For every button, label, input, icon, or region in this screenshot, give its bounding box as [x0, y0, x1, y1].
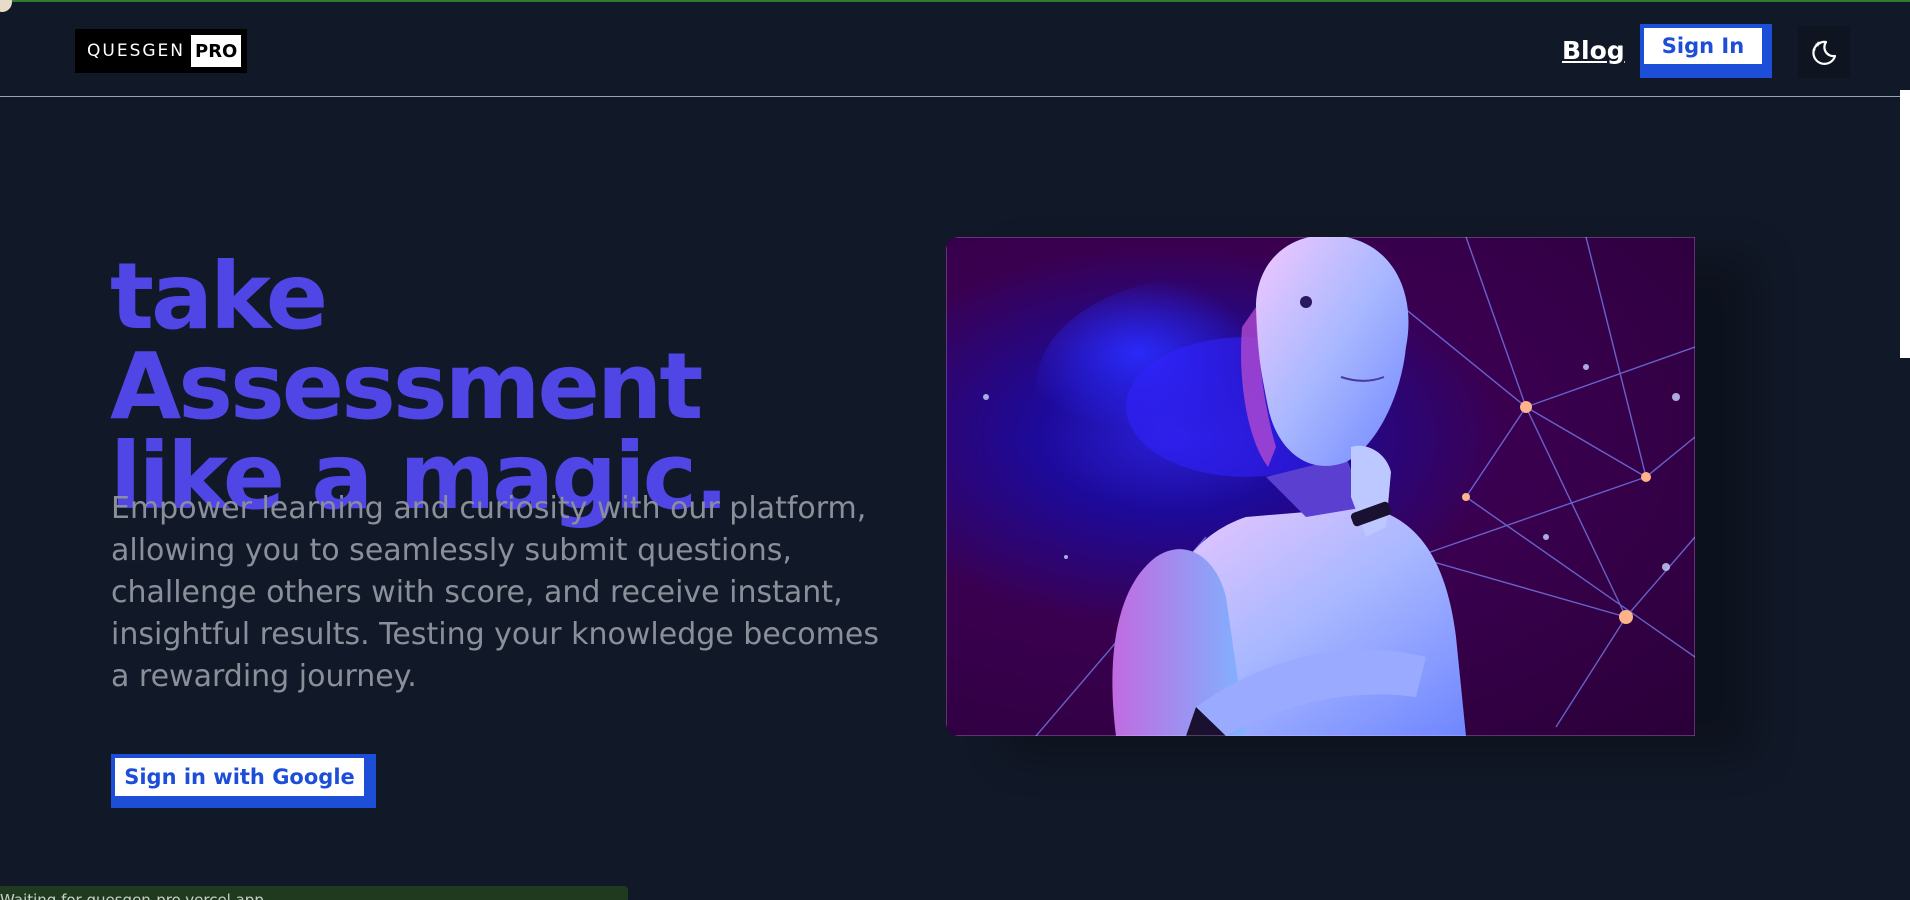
sign-in-button[interactable]: Sign In: [1640, 24, 1772, 78]
sign-in-button-label: Sign In: [1644, 28, 1762, 64]
hero-title-line-1: take Assessment: [110, 243, 703, 440]
page-scrollbar-thumb[interactable]: [1900, 90, 1910, 358]
robot-thinking-illustration: [946, 237, 1695, 736]
hero-robot-image: [946, 237, 1695, 736]
moon-stars-icon: [1812, 40, 1837, 65]
sign-in-with-google-label: Sign in with Google: [115, 758, 364, 796]
hero-description: Empower learning and curiosity with our …: [111, 491, 879, 694]
nav-blog-link[interactable]: Blog: [1562, 36, 1625, 65]
browser-status-bar: Waiting for quesgen-pro.vercel.app...: [0, 886, 628, 900]
hero-title: take Assessment like a magic.: [110, 251, 910, 523]
sign-in-with-google-button[interactable]: Sign in with Google: [111, 754, 376, 808]
logo-pro-badge: PRO: [191, 35, 242, 67]
logo-text: QUESGEN: [87, 41, 185, 61]
site-header: QUESGEN PRO Blog Sign In: [0, 2, 1910, 97]
quesgen-logo[interactable]: QUESGEN PRO: [75, 29, 248, 73]
theme-toggle-button[interactable]: [1798, 26, 1850, 78]
